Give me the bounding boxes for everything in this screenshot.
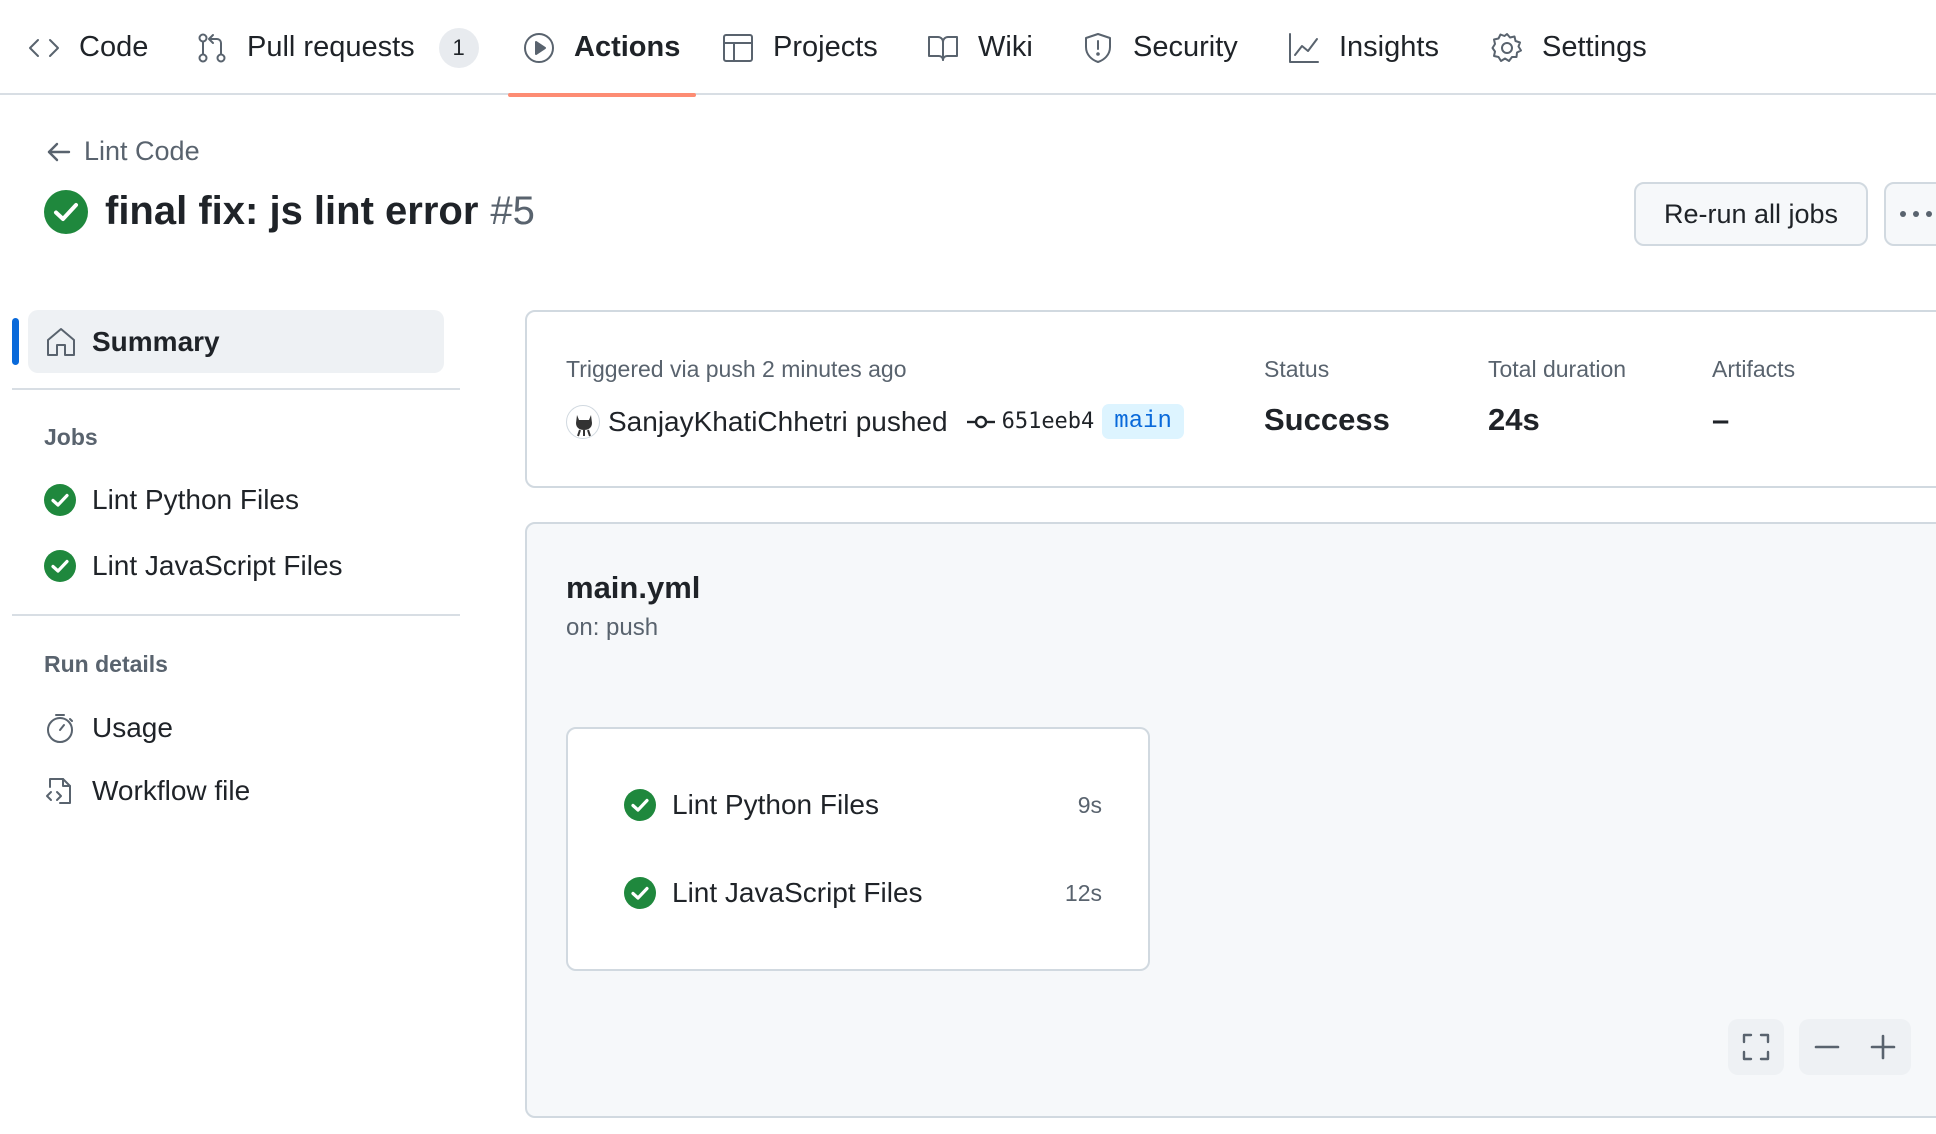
artifacts-value: –: [1712, 402, 1730, 437]
file-code-icon: [46, 778, 71, 804]
sidebar-item-usage[interactable]: Usage: [44, 712, 173, 744]
more-options-button[interactable]: [1884, 182, 1936, 246]
tab-settings-label: Settings: [1542, 31, 1647, 63]
book-icon: [928, 35, 958, 61]
git-pull-request-icon: [198, 33, 226, 62]
back-to-workflow-link[interactable]: Lint Code: [44, 136, 200, 167]
code-icon: [29, 38, 59, 57]
artifacts-label: Artifacts: [1712, 356, 1796, 382]
tab-insights-label: Insights: [1339, 31, 1439, 63]
shield-icon: [1085, 32, 1111, 63]
status-value: Success: [1264, 402, 1390, 437]
gear-icon: [1491, 32, 1522, 62]
sidebar-job-lint-python[interactable]: Lint Python Files: [44, 484, 299, 516]
tab-security-label: Security: [1133, 31, 1238, 63]
push-action-text: pushed: [855, 405, 948, 437]
tab-actions[interactable]: Actions: [507, 0, 697, 97]
commit-sha-link[interactable]: 651eeb4: [1002, 409, 1095, 434]
minus-icon: [1814, 1045, 1840, 1049]
tab-pull-requests[interactable]: Pull requests 1: [195, 0, 479, 95]
check-circle-fill-icon: [44, 189, 88, 234]
workflow-file-name: main.yml: [566, 570, 701, 605]
back-link-label: Lint Code: [84, 136, 200, 166]
duration-label: Total duration: [1488, 356, 1627, 382]
plus-icon: [1870, 1034, 1896, 1060]
tab-security[interactable]: Security: [1081, 0, 1238, 95]
zoom-in-button[interactable]: [1855, 1019, 1911, 1075]
sidebar-jobs-heading: Jobs: [44, 424, 98, 450]
stopwatch-icon: [47, 714, 73, 743]
tab-pull-requests-label: Pull requests: [247, 31, 415, 63]
fullscreen-button[interactable]: [1728, 1019, 1784, 1075]
status-label: Status: [1264, 356, 1330, 382]
sidebar-divider: [12, 614, 460, 616]
tab-wiki-label: Wiki: [978, 31, 1033, 63]
active-indicator: [12, 318, 19, 365]
sidebar-usage-label: Usage: [92, 712, 173, 743]
job-node-lint-javascript[interactable]: Lint JavaScript Files 12s: [624, 877, 1102, 909]
job-duration: 12s: [1064, 879, 1102, 906]
sidebar-item-workflow-file[interactable]: Workflow file: [44, 775, 250, 807]
tab-settings[interactable]: Settings: [1490, 0, 1647, 95]
job-node-lint-python[interactable]: Lint Python Files 9s: [624, 789, 1102, 821]
branch-badge[interactable]: main: [1102, 404, 1184, 439]
check-circle-fill-icon: [44, 484, 76, 516]
git-commit-icon: [966, 415, 995, 428]
run-summary-card: Triggered via push 2 minutes ago SanjayK…: [525, 310, 1936, 488]
zoom-out-button[interactable]: [1799, 1019, 1855, 1075]
play-icon: [524, 32, 554, 63]
sidebar-workflow-file-label: Workflow file: [92, 775, 251, 806]
sidebar-job-label: Lint Python Files: [92, 484, 299, 515]
sidebar-divider: [12, 388, 460, 390]
page-title: final fix: js lint error #5: [44, 189, 535, 234]
table-icon: [723, 33, 753, 62]
avatar[interactable]: [566, 404, 600, 439]
pull-requests-count-badge: 1: [438, 27, 479, 68]
tab-wiki[interactable]: Wiki: [926, 0, 1033, 95]
rerun-all-jobs-button[interactable]: Re-run all jobs: [1634, 182, 1868, 246]
jobs-group: Lint Python Files 9s Lint JavaScript Fil…: [566, 727, 1150, 971]
actor-link[interactable]: SanjayKhatiChhetri: [608, 406, 848, 438]
octocat-avatar-icon: [576, 414, 592, 436]
tab-code-label: Code: [79, 31, 149, 63]
sidebar-job-lint-javascript[interactable]: Lint JavaScript Files: [44, 550, 343, 582]
graph-icon: [1289, 32, 1319, 63]
rerun-all-jobs-label: Re-run all jobs: [1663, 198, 1839, 229]
sidebar-item-summary[interactable]: Summary: [12, 310, 444, 373]
zoom-controls: [1799, 1019, 1911, 1075]
kebab-dot-icon: [1913, 211, 1919, 217]
fullscreen-icon: [1742, 1033, 1770, 1061]
check-circle-fill-icon: [44, 550, 76, 582]
repo-nav: Code Pull requests 1 Actions Projects Wi…: [0, 0, 1936, 97]
push-details: SanjayKhatiChhetri pushed 651eeb4 main: [566, 404, 1184, 439]
sidebar-summary-label: Summary: [92, 325, 220, 357]
workflow-trigger: on: push: [566, 614, 659, 641]
sidebar-job-label: Lint JavaScript Files: [92, 550, 343, 581]
tab-projects[interactable]: Projects: [721, 0, 878, 95]
arrow-left-icon: [47, 142, 71, 161]
tab-insights[interactable]: Insights: [1287, 0, 1439, 95]
tab-code[interactable]: Code: [27, 0, 148, 95]
home-icon: [47, 327, 75, 356]
check-circle-fill-icon: [624, 877, 656, 909]
kebab-dot-icon: [1900, 211, 1906, 217]
workflow-graph-card: main.yml on: push Lint Python Files 9s L…: [525, 522, 1936, 1118]
trigger-text: Triggered via push 2 minutes ago: [566, 356, 907, 382]
kebab-dot-icon: [1926, 211, 1932, 217]
tab-actions-label: Actions: [574, 31, 681, 63]
job-duration: 9s: [1077, 791, 1102, 818]
job-name: Lint JavaScript Files: [672, 877, 923, 908]
job-name: Lint Python Files: [672, 789, 879, 820]
check-circle-fill-icon: [624, 789, 656, 821]
tab-projects-label: Projects: [773, 31, 878, 63]
run-title: final fix: js lint error: [105, 189, 479, 233]
sidebar-run-details-heading: Run details: [44, 651, 168, 677]
duration-value: 24s: [1488, 402, 1540, 437]
run-number: #5: [490, 189, 535, 233]
